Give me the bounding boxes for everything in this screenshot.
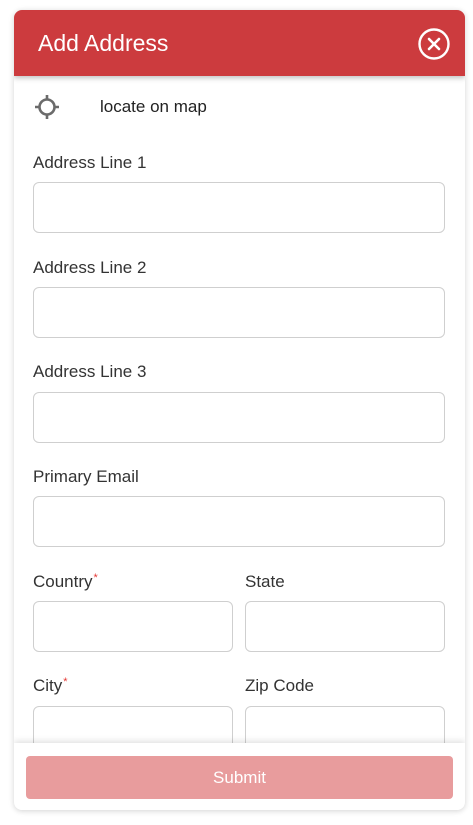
- crosshair-icon: [35, 95, 59, 119]
- close-circle-icon: [418, 28, 450, 60]
- required-asterisk: *: [93, 572, 98, 584]
- add-address-dialog: Add Address locate on map Address Line 1…: [14, 10, 465, 810]
- state-label: State: [245, 572, 285, 591]
- address-line-2-label: Address Line 2: [33, 258, 147, 277]
- city-label: City*: [33, 676, 68, 696]
- close-button[interactable]: [418, 28, 450, 60]
- locate-on-map-button[interactable]: locate on map: [14, 76, 465, 132]
- address-line-3-input[interactable]: [33, 392, 445, 443]
- city-label-text: City: [33, 676, 63, 695]
- country-label: Country*: [33, 572, 98, 592]
- dialog-title: Add Address: [38, 30, 169, 56]
- address-line-3-label: Address Line 3: [33, 362, 147, 381]
- address-line-1-label: Address Line 1: [33, 153, 147, 172]
- dialog-header: Add Address: [14, 10, 465, 76]
- primary-email-label: Primary Email: [33, 467, 139, 486]
- dialog-footer: Submit: [14, 743, 465, 810]
- address-line-1-input[interactable]: [33, 182, 445, 233]
- submit-button[interactable]: Submit: [26, 756, 453, 799]
- country-input[interactable]: [33, 601, 233, 652]
- zip-code-label: Zip Code: [245, 676, 314, 695]
- country-label-text: Country: [33, 572, 93, 591]
- required-asterisk: *: [63, 676, 68, 688]
- locate-on-map-label: locate on map: [100, 97, 207, 116]
- address-line-2-input[interactable]: [33, 287, 445, 338]
- primary-email-input[interactable]: [33, 496, 445, 547]
- state-input[interactable]: [245, 601, 445, 652]
